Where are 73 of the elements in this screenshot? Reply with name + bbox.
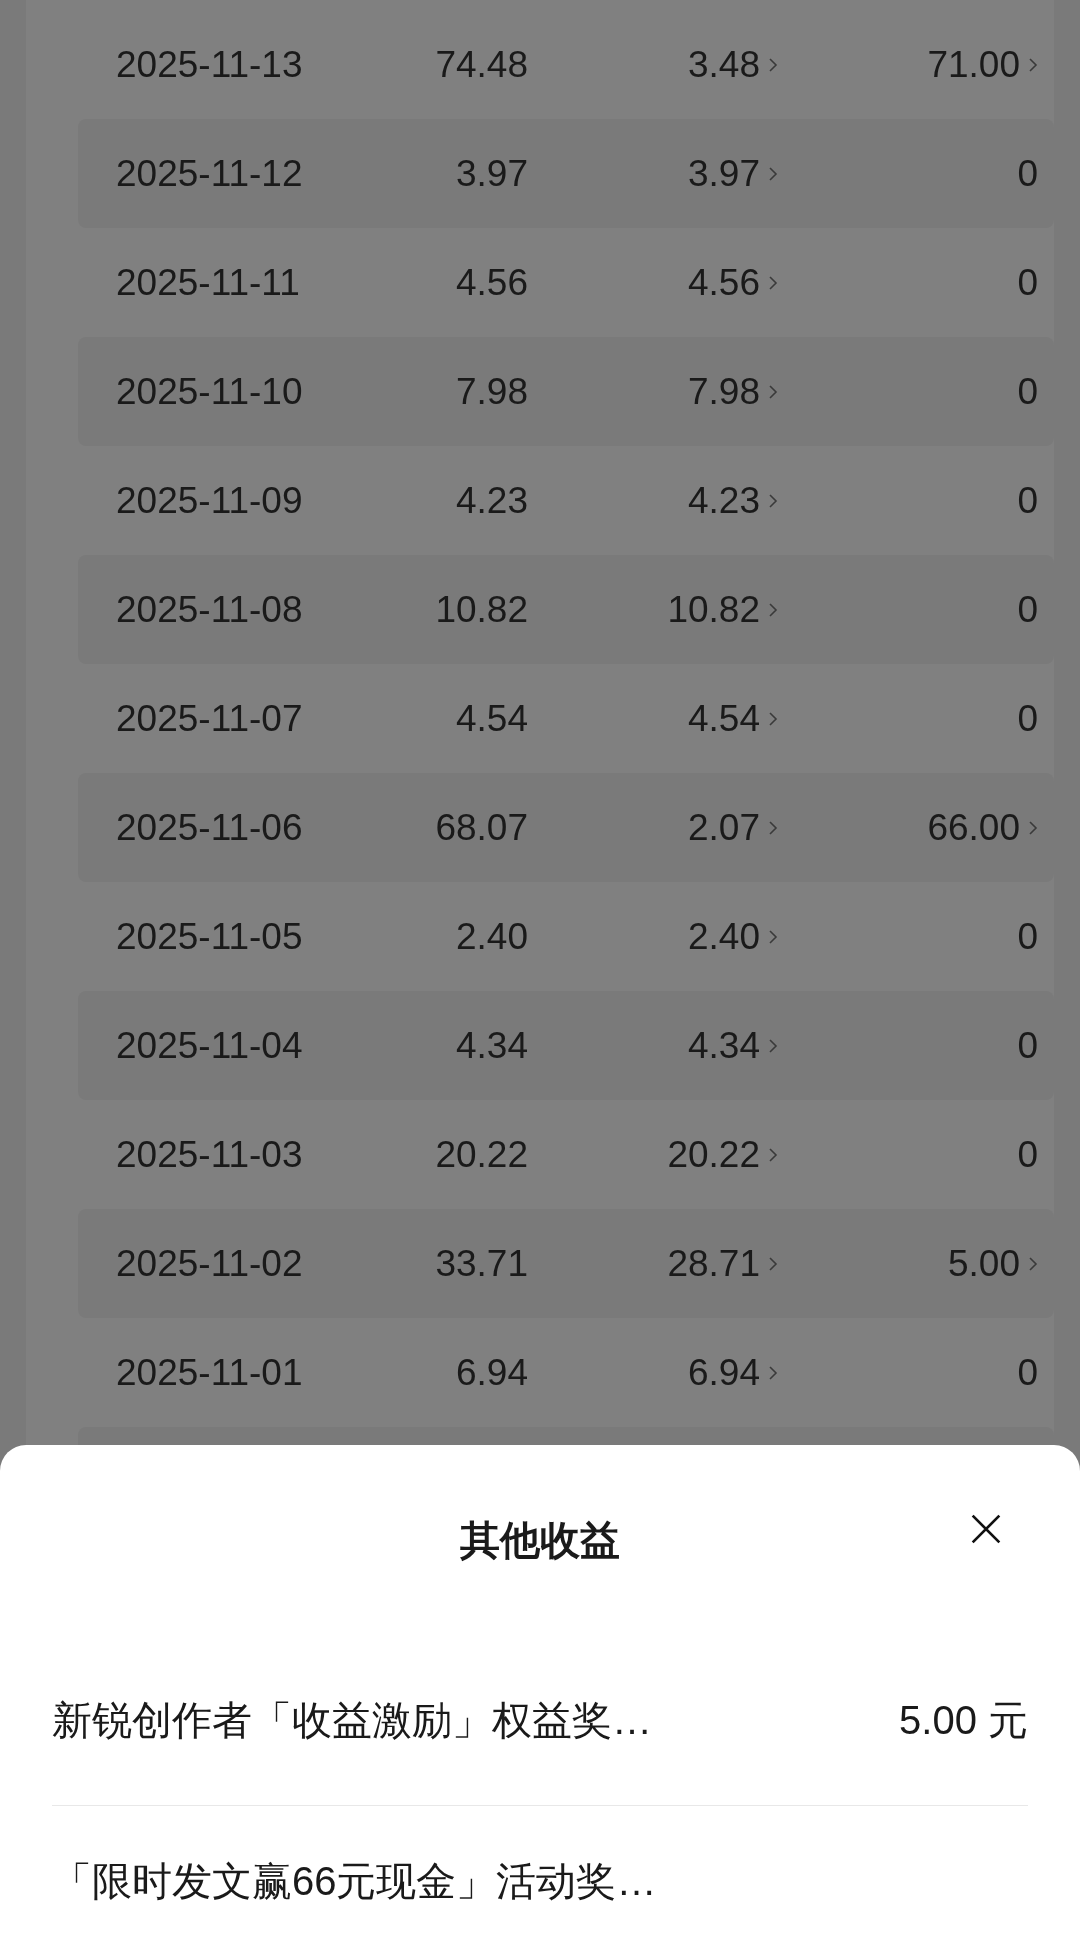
amount-link[interactable]: 6.94 — [688, 1351, 778, 1394]
chevron-icon — [768, 383, 778, 400]
amount-link[interactable]: 20.22 — [667, 1133, 778, 1176]
date-cell: 2025-11-12 — [116, 152, 303, 195]
reward-name: 「限时发文赢66元现金」活动奖… — [52, 1857, 657, 1905]
chevron-icon — [768, 165, 778, 182]
chevron-icon — [768, 710, 778, 727]
date-cell: 2025-11-06 — [116, 806, 303, 849]
chevron-icon — [1028, 56, 1038, 73]
amount-cell: 0 — [1017, 152, 1038, 195]
amount-link[interactable]: 4.23 — [688, 479, 778, 522]
amount-link[interactable]: 5.00 — [948, 1242, 1038, 1285]
amount-cell: 3.97 — [456, 152, 528, 195]
amount-cell: 4.34 — [456, 1024, 528, 1067]
amount-cell: 33.71 — [435, 1242, 528, 1285]
date-cell: 2025-11-10 — [116, 370, 303, 413]
amount-cell: 0 — [1017, 1133, 1038, 1176]
date-cell: 2025-11-11 — [116, 261, 300, 304]
date-cell: 2025-11-02 — [116, 1242, 303, 1285]
chevron-icon — [768, 1146, 778, 1163]
amount-link[interactable]: 28.71 — [667, 1242, 778, 1285]
reward-name: 新锐创作者「收益激励」权益奖… — [52, 1696, 652, 1744]
amount-link[interactable]: 7.98 — [688, 370, 778, 413]
date-cell: 2025-11-08 — [116, 588, 303, 631]
amount-cell: 0 — [1017, 915, 1038, 958]
date-cell: 2025-11-04 — [116, 1024, 303, 1067]
amount-cell: 4.56 — [456, 261, 528, 304]
amount-cell: 0 — [1017, 479, 1038, 522]
amount-cell: 0 — [1017, 261, 1038, 304]
amount-cell: 6.94 — [456, 1351, 528, 1394]
chevron-icon — [768, 819, 778, 836]
chevron-icon — [1028, 1255, 1038, 1272]
sheet-title: 其他收益 — [460, 1516, 620, 1564]
chevron-icon — [768, 492, 778, 509]
date-cell: 2025-11-13 — [116, 43, 303, 86]
amount-link[interactable]: 2.40 — [688, 915, 778, 958]
chevron-icon — [768, 928, 778, 945]
date-cell: 2025-11-05 — [116, 915, 303, 958]
chevron-icon — [768, 56, 778, 73]
amount-cell: 0 — [1017, 697, 1038, 740]
amount-cell: 20.22 — [435, 1133, 528, 1176]
amount-link[interactable]: 10.82 — [667, 588, 778, 631]
chevron-icon — [768, 274, 778, 291]
chevron-icon — [1028, 819, 1038, 836]
amount-cell: 7.98 — [456, 370, 528, 413]
chevron-icon — [768, 1255, 778, 1272]
amount-link[interactable]: 4.54 — [688, 697, 778, 740]
amount-cell: 0 — [1017, 1351, 1038, 1394]
chevron-icon — [768, 1364, 778, 1381]
chevron-icon — [768, 601, 778, 618]
date-cell: 2025-11-07 — [116, 697, 303, 740]
amount-link[interactable]: 2.07 — [688, 806, 778, 849]
date-cell: 2025-11-03 — [116, 1133, 303, 1176]
amount-link[interactable]: 4.34 — [688, 1024, 778, 1067]
amount-cell: 0 — [1017, 370, 1038, 413]
amount-cell: 0 — [1017, 588, 1038, 631]
close-icon[interactable] — [970, 1513, 1002, 1545]
reward-amount: 5.00 元 — [899, 1696, 1028, 1744]
amount-link[interactable]: 71.00 — [927, 43, 1038, 86]
amount-cell: 4.54 — [456, 697, 528, 740]
amount-cell: 74.48 — [435, 43, 528, 86]
amount-cell: 2.40 — [456, 915, 528, 958]
date-cell: 2025-11-09 — [116, 479, 303, 522]
amount-link[interactable]: 66.00 — [927, 806, 1038, 849]
amount-cell: 4.23 — [456, 479, 528, 522]
amount-link[interactable]: 3.97 — [688, 152, 778, 195]
date-cell: 2025-11-01 — [116, 1351, 303, 1394]
amount-link[interactable]: 3.48 — [688, 43, 778, 86]
amount-cell: 68.07 — [435, 806, 528, 849]
amount-cell: 0 — [1017, 1024, 1038, 1067]
amount-link[interactable]: 4.56 — [688, 261, 778, 304]
amount-cell: 10.82 — [435, 588, 528, 631]
chevron-icon — [768, 1037, 778, 1054]
